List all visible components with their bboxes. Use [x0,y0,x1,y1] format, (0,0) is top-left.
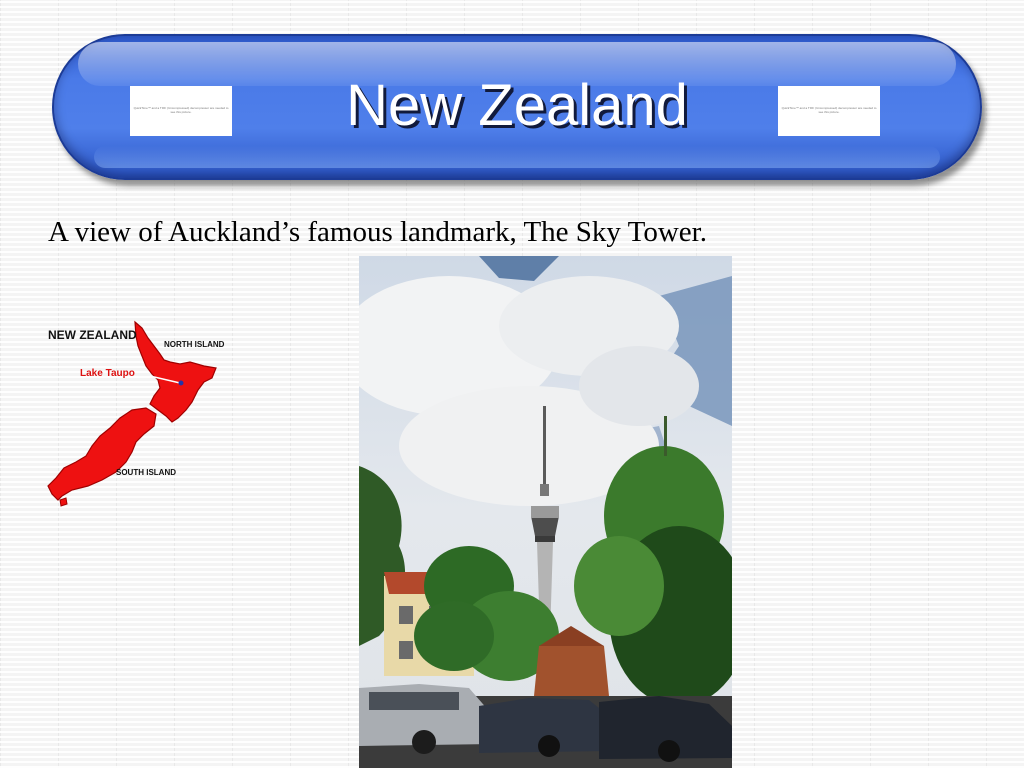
sky-tower-photo [359,256,732,768]
map-south-island-label: SOUTH ISLAND [116,468,176,477]
new-zealand-map: NEW ZEALAND NORTH ISLAND Lake Taupo SOUT… [47,320,225,507]
banner-lower-highlight [94,146,940,168]
quicktime-placeholder-right: QuickTime™ and a TIFF (Uncompressed) dec… [778,86,880,136]
map-country-label: NEW ZEALAND [48,328,137,342]
lake-taupo-marker [178,380,184,386]
map-north-island-label: NORTH ISLAND [164,340,225,349]
map-lake-taupo-label: Lake Taupo [80,368,135,379]
slide-caption: A view of Auckland’s famous landmark, Th… [48,216,707,248]
north-island-shape [134,320,217,423]
south-island-shape [47,407,157,501]
stewart-island-shape [59,497,68,507]
title-banner: QuickTime™ and a TIFF (Uncompressed) dec… [52,34,982,180]
